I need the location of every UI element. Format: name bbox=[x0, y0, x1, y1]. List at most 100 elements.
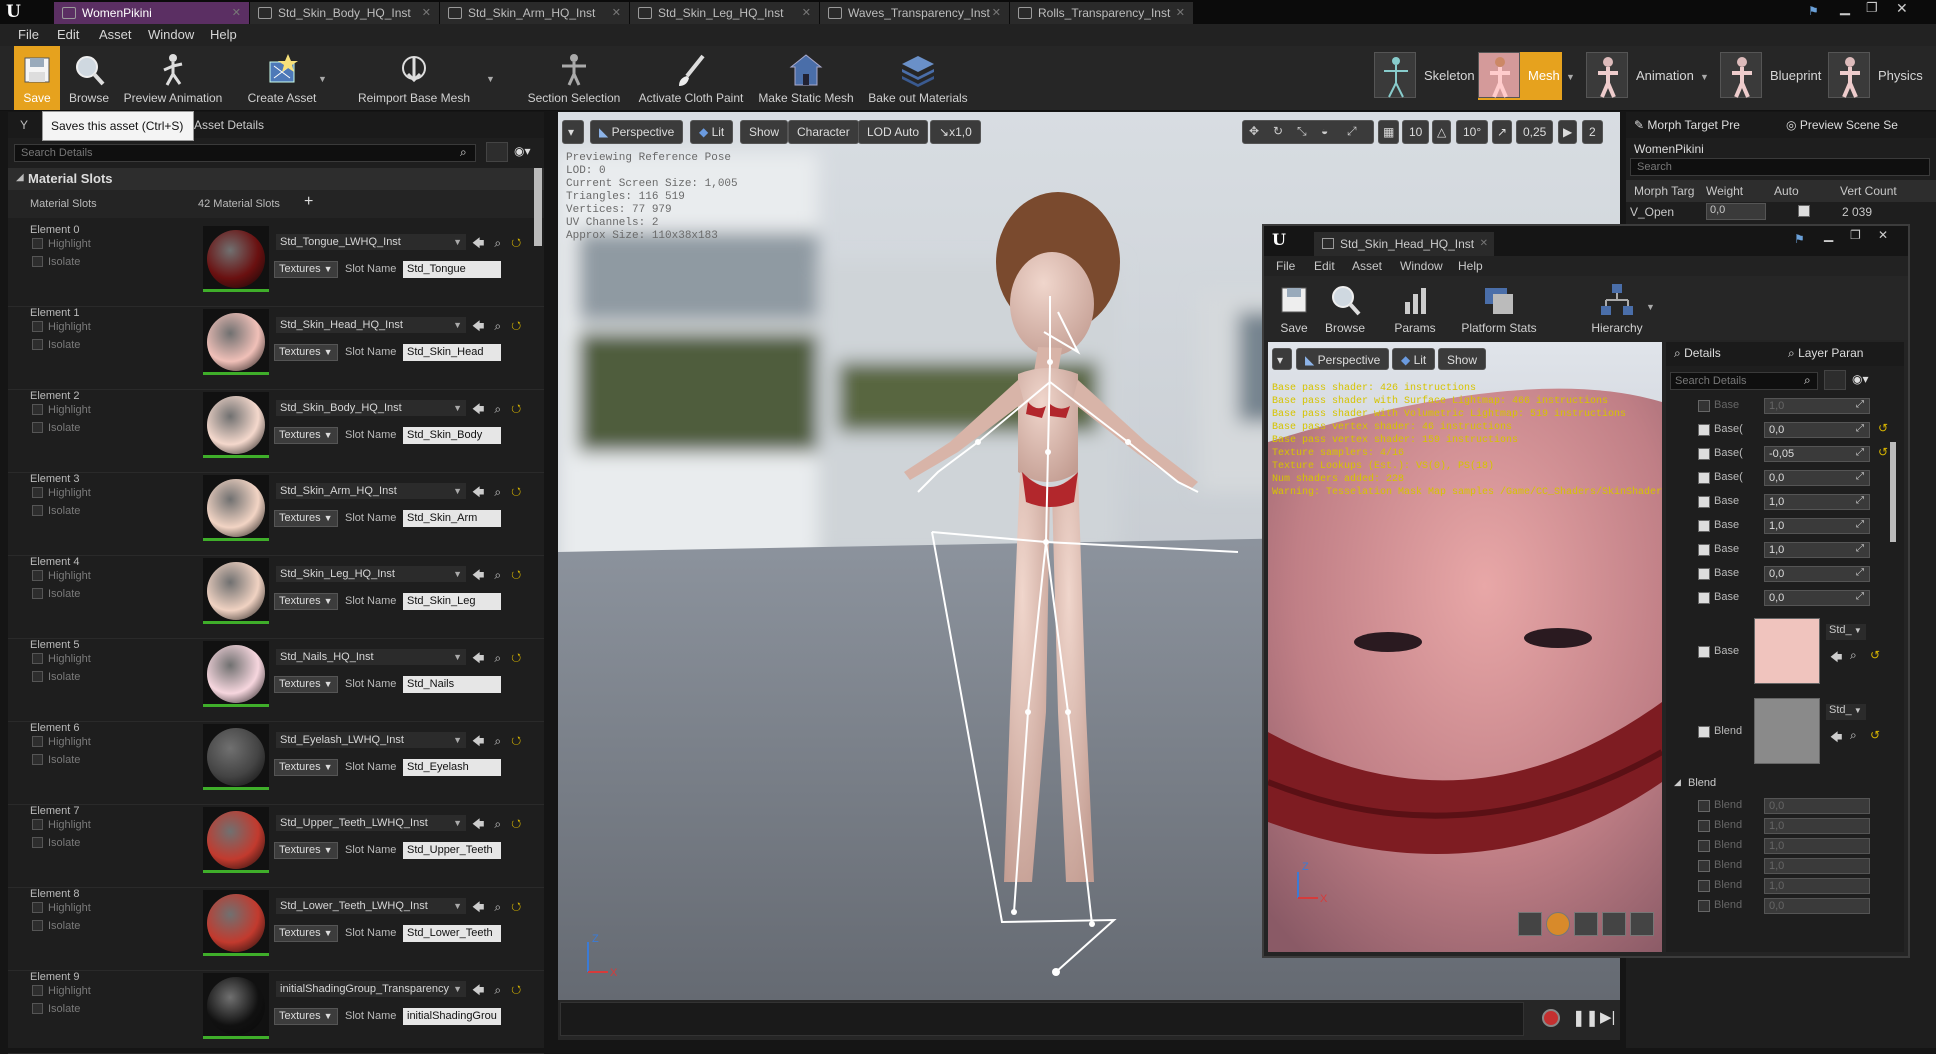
material-thumbnail[interactable] bbox=[203, 475, 269, 541]
auto-checkbox[interactable] bbox=[1798, 205, 1810, 217]
plane-preview-icon[interactable] bbox=[1574, 912, 1598, 936]
override-checkbox[interactable] bbox=[1698, 860, 1710, 872]
morph-target-row[interactable]: V_Open 0,0 2 039 bbox=[1626, 202, 1936, 224]
override-checkbox[interactable] bbox=[1698, 448, 1710, 460]
params-button[interactable]: Params bbox=[1388, 276, 1442, 340]
menu-edit[interactable]: Edit bbox=[57, 27, 79, 42]
tab-details[interactable]: ⌕ Details bbox=[1674, 346, 1721, 361]
section-selection-button[interactable]: Section Selection bbox=[524, 46, 624, 110]
expand-icon[interactable]: ⤢ bbox=[1856, 399, 1864, 410]
chevron-down-icon[interactable]: ▼ bbox=[1700, 72, 1709, 82]
menu-window[interactable]: Window bbox=[1400, 259, 1443, 273]
highlight-checkbox[interactable] bbox=[32, 570, 43, 581]
tab-layer-params[interactable]: ⌕ Layer Paran bbox=[1788, 346, 1863, 361]
platform-stats-button[interactable]: Platform Stats bbox=[1454, 276, 1544, 340]
slot-name-field[interactable]: Std_Skin_Arm bbox=[403, 510, 501, 527]
override-checkbox[interactable] bbox=[1698, 800, 1710, 812]
highlight-checkbox[interactable] bbox=[32, 902, 43, 913]
search-details-input[interactable]: Search Details bbox=[14, 144, 476, 162]
browse-magnifier-icon[interactable]: ⌕ bbox=[494, 900, 501, 914]
morph-weight-input[interactable]: 0,0 bbox=[1706, 203, 1766, 220]
tab-preview-scene[interactable]: ◎ Preview Scene Se bbox=[1786, 118, 1898, 132]
reset-icon[interactable]: ↺ bbox=[1870, 728, 1880, 742]
close-icon[interactable]: ✕ bbox=[1480, 232, 1488, 256]
grid-snap-icon[interactable]: ▦ bbox=[1378, 120, 1400, 144]
eye-icon[interactable]: ◉▾ bbox=[1852, 372, 1869, 386]
reset-icon[interactable]: ↺ bbox=[511, 236, 521, 250]
chevron-down-icon[interactable]: ▼ bbox=[486, 74, 495, 84]
custom-mesh-preview-icon[interactable] bbox=[1630, 912, 1654, 936]
rotation-snap-value[interactable]: 10° bbox=[1456, 120, 1489, 144]
browse-magnifier-icon[interactable]: ⌕ bbox=[494, 817, 501, 831]
menu-help[interactable]: Help bbox=[1458, 259, 1483, 273]
material-select[interactable]: Std_Eyelash_LWHQ_Inst ▼ bbox=[276, 732, 466, 748]
camera-speed-value[interactable]: 2 bbox=[1582, 120, 1603, 144]
use-selected-arrow-icon[interactable]: 🡄 bbox=[472, 568, 484, 582]
material-thumbnail[interactable] bbox=[203, 558, 269, 624]
browse-magnifier-icon[interactable]: ⌕ bbox=[494, 651, 501, 665]
reset-icon[interactable]: ↺ bbox=[511, 734, 521, 748]
tab-skin-body[interactable]: Std_Skin_Body_HQ_Inst ✕ bbox=[250, 2, 440, 24]
viewport-options-button[interactable]: ▾ bbox=[1272, 348, 1292, 370]
rotation-snap-icon[interactable]: △ bbox=[1432, 120, 1452, 144]
isolate-checkbox[interactable] bbox=[32, 1003, 43, 1014]
pause-icon[interactable]: ❚❚ bbox=[1572, 1008, 1599, 1028]
menu-asset[interactable]: Asset bbox=[99, 27, 132, 42]
view-options-grid-icon[interactable] bbox=[1824, 370, 1846, 390]
reset-icon[interactable]: ↺ bbox=[511, 983, 521, 997]
lit-button[interactable]: ◆ Lit bbox=[1392, 348, 1436, 370]
surface-snap-icon[interactable]: ⤢ bbox=[1347, 124, 1357, 139]
menu-window[interactable]: Window bbox=[148, 27, 194, 42]
textures-dropdown[interactable]: Textures ▼ bbox=[274, 676, 338, 693]
reset-icon[interactable]: ↺ bbox=[511, 568, 521, 582]
expand-icon[interactable]: ⤢ bbox=[1856, 519, 1864, 530]
param-value-input[interactable]: 0,0 bbox=[1764, 898, 1870, 914]
slot-name-field[interactable]: Std_Skin_Leg bbox=[403, 593, 501, 610]
param-value-input[interactable]: 0,0 bbox=[1764, 798, 1870, 814]
reset-icon[interactable]: ↺ bbox=[511, 319, 521, 333]
save-button[interactable]: Save bbox=[14, 46, 60, 110]
reset-icon[interactable]: ↺ bbox=[1870, 648, 1880, 662]
isolate-checkbox[interactable] bbox=[32, 256, 43, 267]
override-checkbox[interactable] bbox=[1698, 544, 1710, 556]
perspective-button[interactable]: ◣ Perspective bbox=[590, 120, 684, 144]
expand-icon[interactable]: ⤢ bbox=[1856, 591, 1864, 602]
grid-snap-value[interactable]: 10 bbox=[1402, 120, 1430, 144]
use-selected-arrow-icon[interactable]: 🡄 bbox=[472, 651, 484, 665]
mode-skeleton-button[interactable]: Skeleton bbox=[1374, 52, 1475, 100]
slot-name-field[interactable]: Std_Skin_Body bbox=[403, 427, 501, 444]
highlight-checkbox[interactable] bbox=[32, 819, 43, 830]
param-value-input[interactable]: 1,0 bbox=[1764, 398, 1870, 414]
isolate-checkbox[interactable] bbox=[32, 671, 43, 682]
menu-edit[interactable]: Edit bbox=[1314, 259, 1335, 273]
browse-magnifier-icon[interactable]: ⌕ bbox=[1850, 728, 1857, 743]
highlight-checkbox[interactable] bbox=[32, 404, 43, 415]
textures-dropdown[interactable]: Textures ▼ bbox=[274, 344, 338, 361]
reset-icon[interactable]: ↺ bbox=[1878, 445, 1888, 459]
material-select[interactable]: Std_Lower_Teeth_LWHQ_Inst ▼ bbox=[276, 898, 466, 914]
viewport-options-button[interactable]: ▾ bbox=[562, 120, 584, 144]
reset-icon[interactable]: ↺ bbox=[511, 900, 521, 914]
param-value-input[interactable]: 1,0 bbox=[1764, 818, 1870, 834]
override-checkbox[interactable] bbox=[1698, 592, 1710, 604]
textures-dropdown[interactable]: Textures ▼ bbox=[274, 593, 338, 610]
use-selected-arrow-icon[interactable]: 🡄 bbox=[472, 485, 484, 499]
param-value-input[interactable]: 0,0 bbox=[1764, 566, 1870, 582]
material-select[interactable]: Std_Upper_Teeth_LWHQ_Inst ▼ bbox=[276, 815, 466, 831]
morph-search-input[interactable]: Search bbox=[1630, 158, 1930, 176]
perspective-button[interactable]: ◣ Perspective bbox=[1296, 348, 1390, 370]
bake-out-materials-button[interactable]: Bake out Materials bbox=[862, 46, 974, 110]
use-selected-arrow-icon[interactable]: 🡄 bbox=[472, 402, 484, 416]
highlight-checkbox[interactable] bbox=[32, 736, 43, 747]
sphere-preview-icon[interactable] bbox=[1546, 912, 1570, 936]
view-options-grid-icon[interactable] bbox=[486, 142, 508, 162]
mode-blueprint-button[interactable]: Blueprint bbox=[1720, 52, 1824, 100]
slot-name-field[interactable]: Std_Lower_Teeth bbox=[403, 925, 501, 942]
override-checkbox[interactable] bbox=[1698, 726, 1710, 738]
param-value-input[interactable]: 1,0 bbox=[1764, 494, 1870, 510]
param-value-input[interactable]: -0,05 bbox=[1764, 446, 1870, 462]
browse-magnifier-icon[interactable]: ⌕ bbox=[494, 983, 501, 997]
tab-rolls[interactable]: Rolls_Transparency_Inst ✕ bbox=[1010, 2, 1194, 24]
eye-icon[interactable]: ◉▾ bbox=[514, 144, 531, 158]
expand-icon[interactable]: ⤢ bbox=[1856, 423, 1864, 434]
